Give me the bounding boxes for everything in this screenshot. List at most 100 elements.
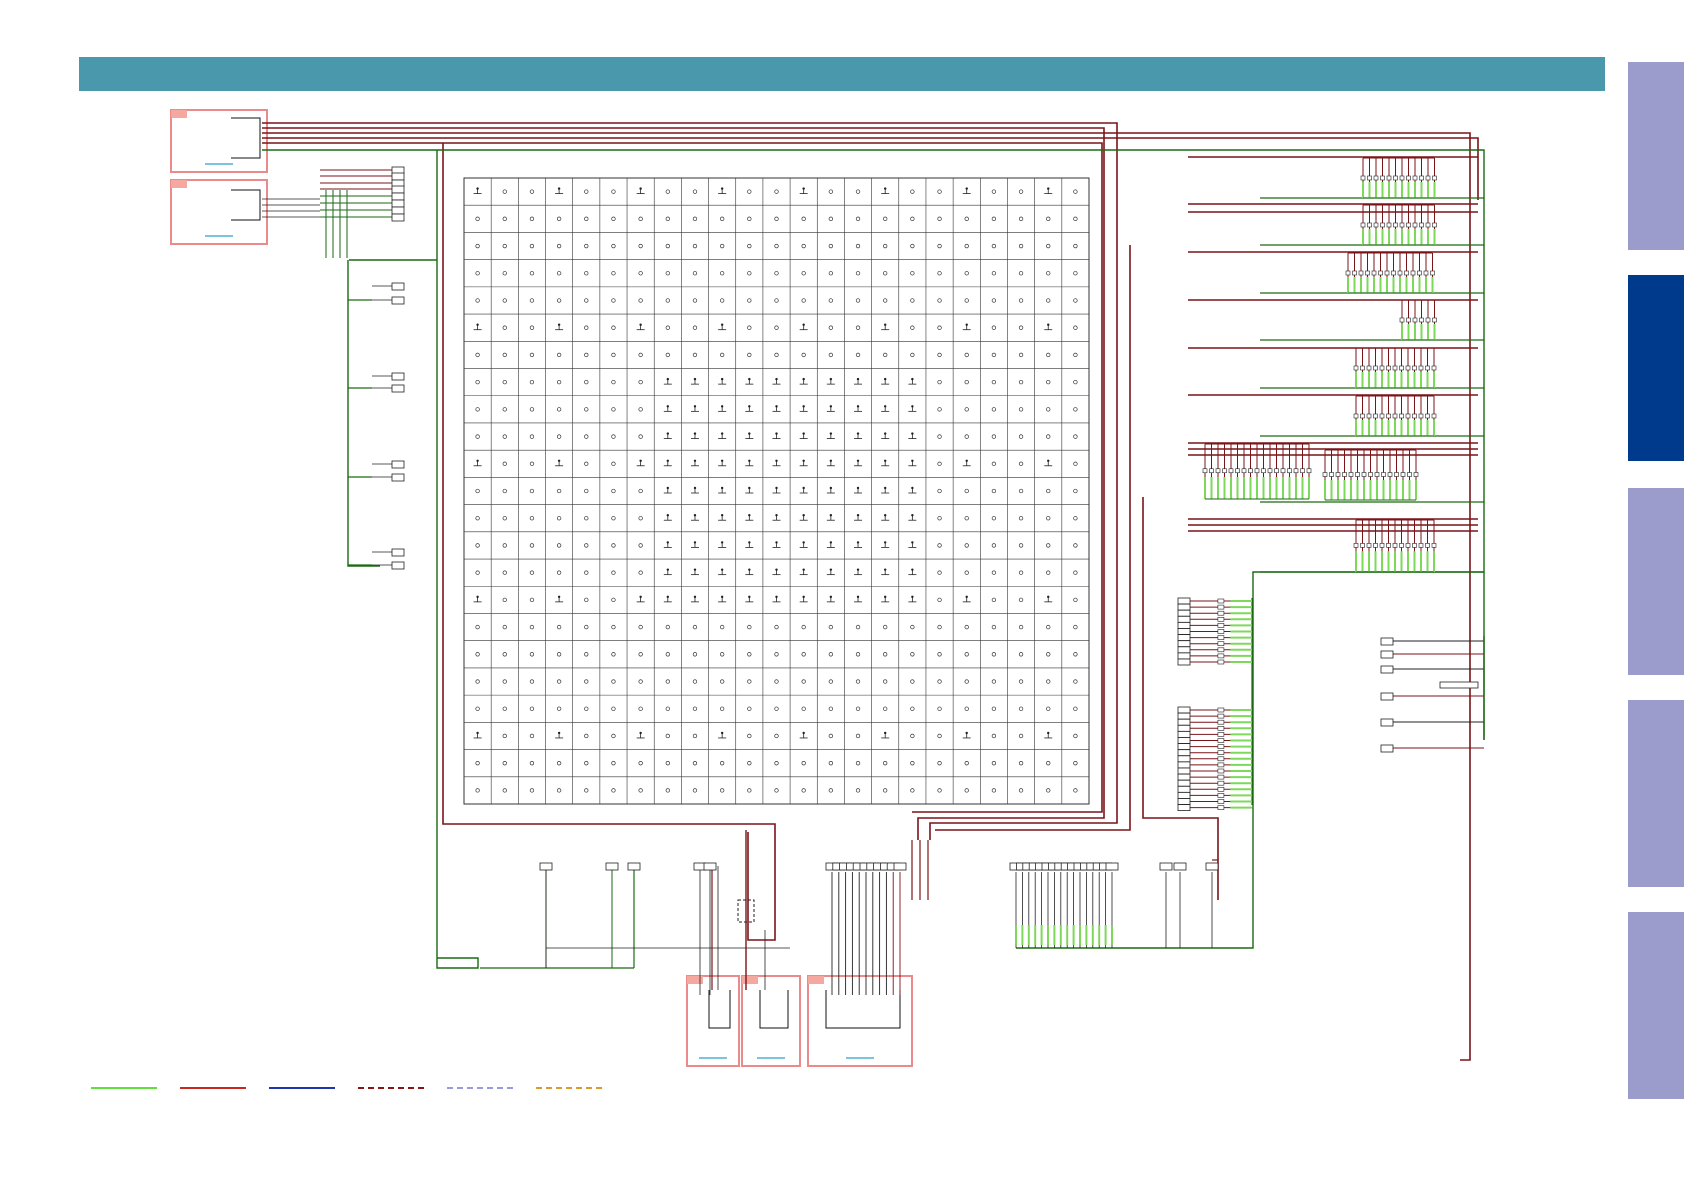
component — [1367, 175, 1372, 181]
net-port — [893, 862, 907, 871]
component — [1400, 472, 1406, 477]
component — [1418, 365, 1424, 371]
component — [1373, 413, 1378, 419]
component — [1217, 604, 1225, 610]
component — [1406, 317, 1411, 323]
net-port — [391, 296, 405, 305]
legend-green-solid — [91, 1087, 157, 1089]
net-port — [1205, 862, 1219, 871]
component — [1222, 468, 1227, 474]
component — [1381, 472, 1386, 477]
net-port — [391, 548, 405, 557]
component-bank — [1399, 299, 1437, 341]
component — [1217, 719, 1225, 725]
component — [1367, 222, 1372, 228]
component — [1342, 472, 1347, 477]
net-port — [1177, 640, 1191, 648]
component — [1300, 468, 1305, 474]
component — [1431, 543, 1437, 548]
connector-box-bottom-1 — [686, 975, 740, 1067]
net-port — [1177, 597, 1191, 605]
component-bank — [1353, 347, 1437, 389]
net-port — [1177, 785, 1191, 793]
component — [1217, 647, 1225, 653]
component — [1412, 543, 1417, 548]
component — [1215, 468, 1221, 474]
net-port — [1159, 862, 1173, 871]
component-column — [1177, 706, 1252, 811]
net-port — [1177, 731, 1191, 738]
component-column — [1177, 597, 1252, 666]
legend-blue-solid — [269, 1087, 335, 1089]
net-port — [703, 862, 717, 871]
component — [1399, 543, 1404, 548]
component — [1405, 413, 1411, 419]
bga-pin-grid — [463, 177, 1090, 805]
component — [1358, 270, 1364, 276]
connector-body — [231, 117, 261, 159]
component — [1360, 413, 1365, 419]
net-port — [1177, 767, 1191, 775]
net-port — [391, 172, 405, 181]
component — [1431, 413, 1437, 419]
component — [1432, 222, 1437, 228]
component — [1217, 756, 1225, 762]
component — [1287, 468, 1292, 474]
component — [1431, 365, 1437, 371]
component — [1373, 365, 1378, 371]
component — [1419, 175, 1424, 181]
net-port — [1177, 718, 1191, 726]
component — [1393, 222, 1398, 228]
component — [1217, 805, 1225, 810]
component — [1366, 413, 1372, 419]
component — [1379, 543, 1385, 548]
component — [1209, 468, 1214, 474]
component — [1380, 222, 1385, 228]
connector-outline — [807, 975, 913, 1067]
net-port — [1177, 712, 1191, 720]
component — [1386, 413, 1391, 419]
net-port — [391, 192, 405, 201]
component — [1254, 468, 1260, 474]
component — [1360, 543, 1365, 548]
component — [1366, 365, 1372, 371]
legend-orange-dashed — [536, 1087, 602, 1089]
component — [1217, 623, 1225, 628]
component — [1379, 413, 1385, 419]
net-port — [1105, 862, 1119, 871]
component — [1217, 629, 1225, 634]
component — [1345, 270, 1351, 276]
net-port — [1177, 658, 1191, 666]
component — [1360, 175, 1366, 181]
component — [1352, 270, 1357, 276]
component — [1261, 468, 1266, 474]
legend-lavender-dashed — [447, 1087, 513, 1089]
net-port — [1177, 755, 1191, 763]
component — [1217, 762, 1225, 768]
connector-tag — [687, 976, 703, 984]
component — [1241, 468, 1247, 474]
component — [1406, 222, 1411, 228]
net-port — [391, 213, 405, 222]
net-port — [1177, 749, 1191, 757]
component — [1217, 768, 1225, 774]
component — [1412, 222, 1418, 228]
component — [1217, 659, 1225, 665]
component — [1392, 413, 1398, 419]
net-port — [1173, 862, 1187, 871]
connector-body — [759, 990, 789, 1029]
component — [1432, 175, 1437, 181]
component — [1391, 270, 1396, 276]
component — [1371, 270, 1377, 276]
net-port — [1177, 743, 1191, 750]
component — [1361, 472, 1367, 477]
net-port — [1177, 634, 1191, 641]
component — [1399, 365, 1404, 371]
component — [1386, 543, 1391, 548]
component — [1235, 468, 1240, 474]
component — [1425, 317, 1431, 323]
component — [1410, 270, 1416, 276]
component — [1399, 413, 1404, 419]
component — [1417, 270, 1422, 276]
net-port — [605, 862, 619, 871]
